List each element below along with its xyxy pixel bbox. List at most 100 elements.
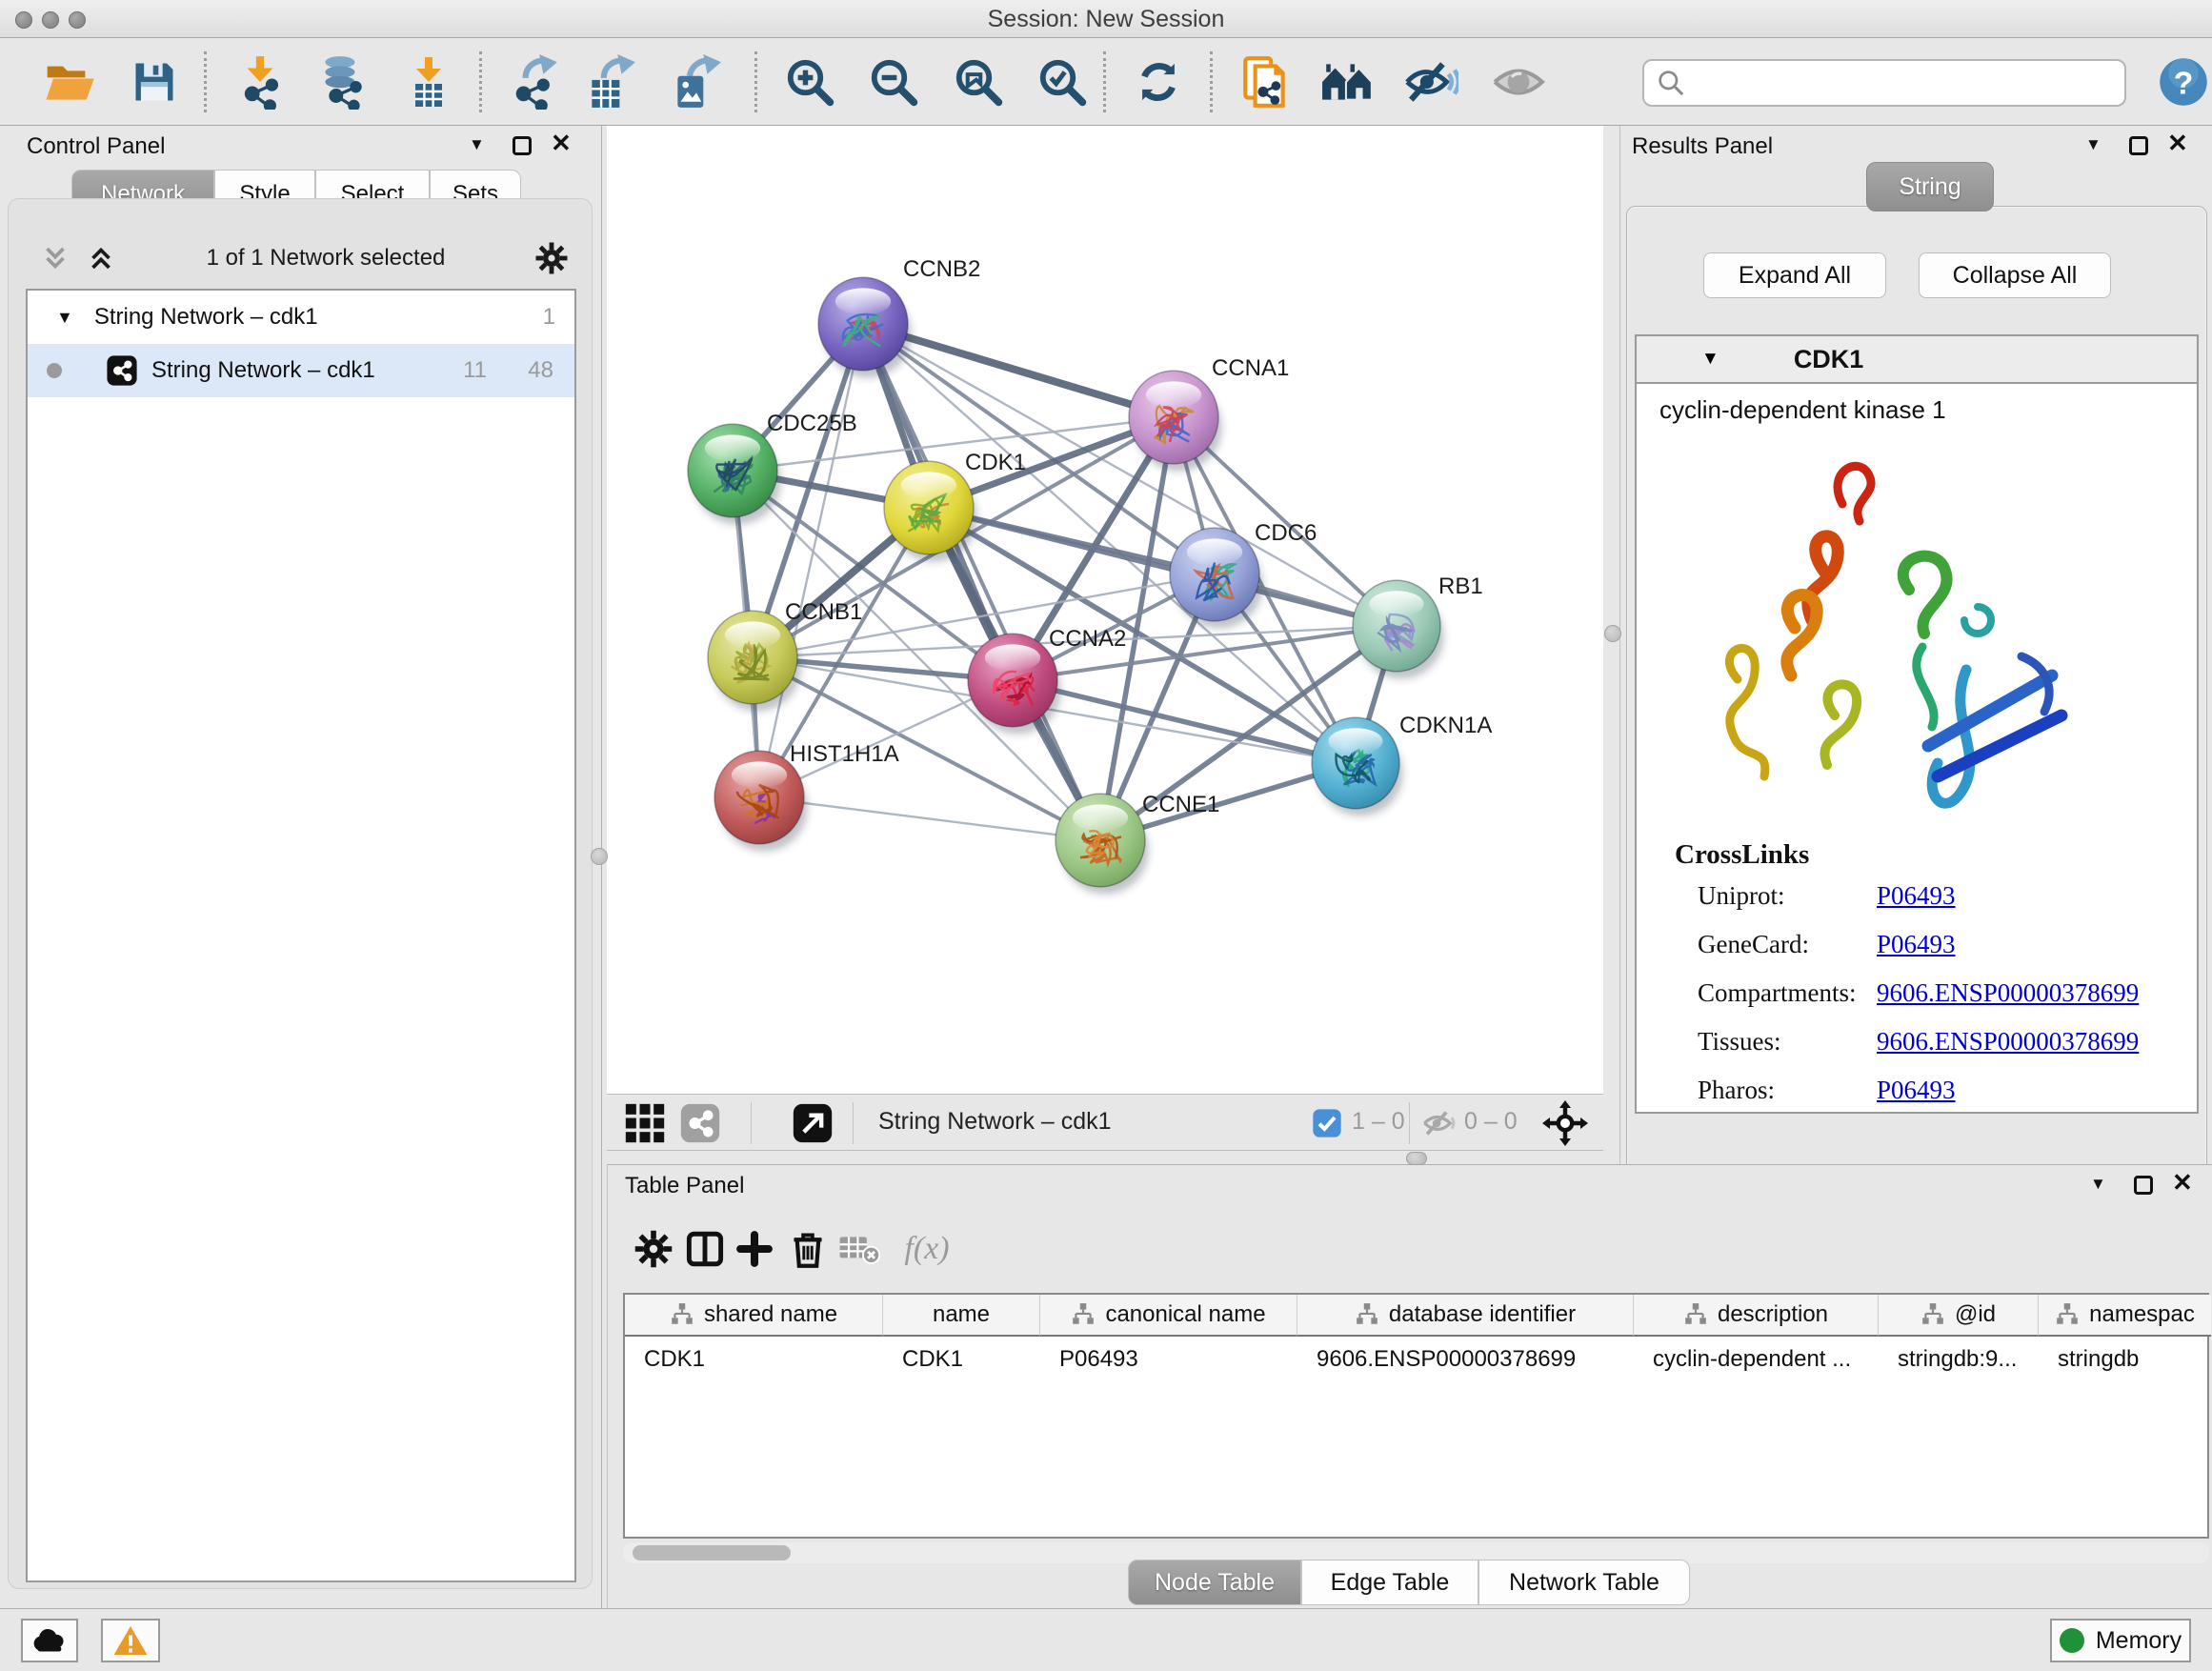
vertical-splitter-handle[interactable] <box>591 848 608 865</box>
collapse-entry-icon[interactable]: ▼ <box>1701 349 1719 370</box>
show-columns-button[interactable] <box>680 1224 730 1274</box>
tab-network-table[interactable]: Network Table <box>1478 1560 1690 1605</box>
table-cell[interactable]: stringdb:9... <box>1898 1339 2036 1380</box>
results-panel: Results Panel ▼ ✕ String Expand All Coll… <box>1619 126 2212 1164</box>
table-cell[interactable]: 9606.ENSP00000378699 <box>1317 1339 1631 1380</box>
search-input[interactable] <box>1686 70 2096 96</box>
memory-button[interactable]: Memory <box>2050 1619 2191 1662</box>
selected-counts: 1 – 0 <box>1352 1108 1405 1136</box>
import-network-from-database-button[interactable] <box>313 53 371 111</box>
graph-edge-CDK1-RB1[interactable] <box>929 508 1397 626</box>
node-count: 11 <box>463 357 487 384</box>
graph-node-RB1[interactable]: RB1 <box>1353 574 1483 679</box>
column-header-namespace[interactable]: namespac <box>2039 1295 2211 1337</box>
table-cell[interactable]: cyclin-dependent ... <box>1653 1339 1877 1380</box>
fit-selection-crosshair-icon[interactable] <box>1542 1100 1588 1146</box>
network-overview-share-icon[interactable] <box>679 1102 721 1144</box>
birds-eye-grid-icon[interactable] <box>624 1102 666 1144</box>
table-cell[interactable]: P06493 <box>1059 1339 1288 1380</box>
delete-table-button[interactable] <box>835 1224 884 1274</box>
help-button[interactable]: ? <box>2155 53 2212 111</box>
tree-expand-icon[interactable]: ▼ <box>56 308 73 328</box>
tab-string[interactable]: String <box>1866 162 1994 211</box>
genecard-link[interactable]: P06493 <box>1877 930 1956 959</box>
scrollbar-thumb[interactable] <box>633 1545 791 1560</box>
column-header-name[interactable]: name <box>883 1295 1040 1337</box>
import-table-icon <box>404 54 453 110</box>
delete-column-button[interactable] <box>783 1224 833 1274</box>
zoom-selected-button[interactable] <box>1034 53 1091 111</box>
close-panel-icon[interactable]: ✕ <box>2172 1173 2193 1192</box>
clone-network-button[interactable] <box>1237 53 1294 111</box>
refresh-view-button[interactable] <box>1130 53 1187 111</box>
close-panel-icon[interactable]: ✕ <box>551 133 572 152</box>
tab-edge-table[interactable]: Edge Table <box>1301 1560 1478 1605</box>
graph-node-CDC6[interactable]: CDC6 <box>1170 520 1317 629</box>
float-panel-icon[interactable] <box>2134 1176 2153 1195</box>
expand-all-button[interactable]: Expand All <box>1703 252 1886 298</box>
open-in-window-icon[interactable] <box>792 1102 834 1144</box>
hide-selected-button[interactable] <box>1402 53 1459 111</box>
column-header-canonical-name[interactable]: canonical name <box>1040 1295 1297 1337</box>
export-table-button[interactable] <box>581 53 638 111</box>
float-menu-icon[interactable]: ▼ <box>2090 1175 2106 1194</box>
graph-edge-HIST1H1A-CCNE1[interactable] <box>759 797 1100 840</box>
close-panel-icon[interactable]: ✕ <box>2167 133 2188 152</box>
collapse-all-button[interactable]: Collapse All <box>1919 252 2111 298</box>
export-network-button[interactable] <box>507 53 564 111</box>
crosslinks-title: CrossLinks <box>1675 839 1809 871</box>
crosslink-row: Pharos: P06493 <box>1637 1076 2197 1119</box>
graph-node-CDK1[interactable]: CDK1 <box>884 450 1026 562</box>
column-header-id[interactable]: @id <box>1879 1295 2039 1337</box>
float-panel-icon[interactable] <box>2129 136 2148 155</box>
pharos-link[interactable]: P06493 <box>1877 1076 1956 1105</box>
zoom-out-button[interactable] <box>865 53 922 111</box>
selected-checkbox-icon[interactable] <box>1312 1108 1342 1138</box>
show-all-button[interactable] <box>1490 53 1547 111</box>
vertical-splitter-handle[interactable] <box>1604 625 1621 642</box>
create-column-button[interactable] <box>730 1224 779 1274</box>
graph-node-CDKN1A[interactable]: CDKN1A <box>1312 713 1492 816</box>
graph-node-HIST1H1A[interactable]: HIST1H1A <box>714 741 899 852</box>
table-cell[interactable]: CDK1 <box>644 1339 873 1380</box>
gene-card-header[interactable]: ▼ CDK1 <box>1637 336 2197 384</box>
collapse-all-icon[interactable] <box>39 242 71 274</box>
float-menu-icon[interactable]: ▼ <box>469 135 485 154</box>
cloud-status-button[interactable] <box>21 1619 78 1662</box>
tissues-link[interactable]: 9606.ENSP00000378699 <box>1877 1027 2139 1057</box>
graph-edge-CCNB2-HIST1H1A[interactable] <box>759 324 863 797</box>
table-options-button[interactable] <box>629 1224 678 1274</box>
horizontal-splitter-handle[interactable] <box>1406 1152 1427 1165</box>
table-cell[interactable]: stringdb <box>2058 1339 2210 1380</box>
import-network-from-file-button[interactable] <box>231 53 289 111</box>
zoom-fit-content-button[interactable] <box>950 53 1007 111</box>
zoom-in-button[interactable] <box>781 53 838 111</box>
help-icon: ? <box>2158 56 2209 108</box>
function-builder-button[interactable]: f(x) <box>890 1224 964 1274</box>
network-row[interactable]: String Network – cdk1 11 48 <box>28 344 574 397</box>
tab-node-table[interactable]: Node Table <box>1128 1560 1301 1605</box>
import-table-from-file-button[interactable] <box>400 53 457 111</box>
network-collection-row[interactable]: ▼ String Network – cdk1 1 <box>28 291 574 344</box>
expand-all-icon[interactable] <box>85 242 117 274</box>
export-image-button[interactable] <box>667 53 724 111</box>
column-header-shared-name[interactable]: shared name <box>625 1295 883 1337</box>
graph-node-CCNB2[interactable]: CCNB2 <box>818 256 980 378</box>
network-panel-body: 1 of 1 Network selected ▼ String Network <box>8 198 593 1589</box>
column-header-description[interactable]: description <box>1634 1295 1879 1337</box>
uniprot-link[interactable]: P06493 <box>1877 881 1956 911</box>
table-cell[interactable]: CDK1 <box>902 1339 1036 1380</box>
open-session-button[interactable] <box>41 53 98 111</box>
save-session-button[interactable] <box>126 53 183 111</box>
float-panel-icon[interactable] <box>513 136 532 155</box>
graph-node-CCNB1[interactable]: CCNB1 <box>708 599 862 712</box>
warnings-button[interactable] <box>101 1619 160 1662</box>
network-view-canvas[interactable]: CCNB2CCNA1CDC25BCDK1CDC6RB1CCNB1CCNA2CDK… <box>607 126 1603 1094</box>
float-menu-icon[interactable]: ▼ <box>2085 135 2101 154</box>
graph-node-CCNE1[interactable]: CCNE1 <box>1056 792 1219 895</box>
gear-icon[interactable] <box>534 241 569 275</box>
column-header-database-identifier[interactable]: database identifier <box>1297 1295 1634 1337</box>
graph-node-CCNA1[interactable]: CCNA1 <box>1129 355 1289 472</box>
first-neighbors-button[interactable] <box>1319 53 1377 111</box>
compartments-link[interactable]: 9606.ENSP00000378699 <box>1877 978 2139 1008</box>
